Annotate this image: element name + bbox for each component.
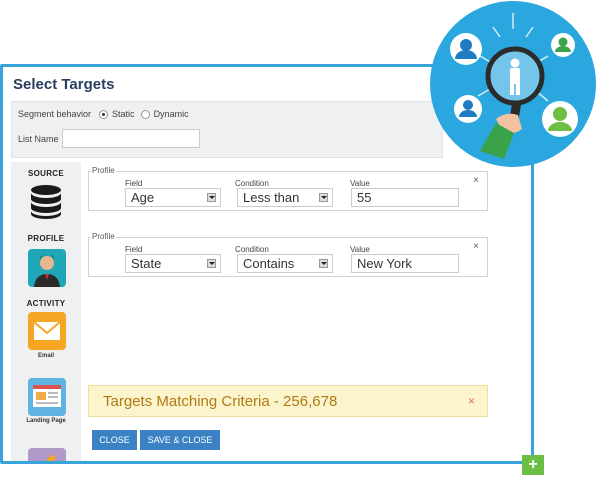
field-select-value: State: [131, 256, 162, 271]
remove-filter-icon[interactable]: ×: [473, 175, 479, 186]
field-select-value: Age: [131, 190, 155, 205]
static-radio[interactable]: [99, 109, 109, 119]
static-radio-label: Static: [112, 109, 135, 119]
chevron-down-icon: [207, 259, 216, 268]
page-title: Select Targets: [13, 76, 115, 93]
sidebar-item-email[interactable]: Email: [11, 353, 81, 360]
value-input[interactable]: 55: [351, 188, 459, 207]
value-input[interactable]: New York: [351, 254, 459, 273]
filter-legend: Profile: [91, 232, 116, 241]
value-label: Value: [350, 245, 370, 254]
audience-search-icon: [430, 1, 596, 167]
filter-row: Profile Field Condition Value Age Less t…: [88, 166, 488, 211]
sidebar-heading-source: SOURCE: [27, 169, 65, 178]
envelope-icon[interactable]: [28, 312, 66, 350]
targets-matching-banner: Targets Matching Criteria - 256,678 ×: [88, 385, 488, 417]
dynamic-radio-label: Dynamic: [153, 109, 189, 119]
landing-page-icon[interactable]: [28, 378, 66, 416]
filter-legend: Profile: [91, 166, 116, 175]
chevron-down-icon: [207, 193, 216, 202]
segment-behavior-label: Segment behavior: [18, 109, 92, 119]
condition-select-value: Contains: [243, 256, 295, 271]
save-close-button[interactable]: SAVE & CLOSE: [140, 430, 220, 450]
field-label: Field: [125, 179, 143, 188]
sidebar-heading-activity: ACTIVITY: [26, 299, 66, 308]
field-select[interactable]: Age: [125, 188, 221, 207]
field-select[interactable]: State: [125, 254, 221, 273]
chevron-down-icon: [319, 193, 328, 202]
field-label: Field: [125, 245, 143, 254]
list-name-label: List Name: [18, 134, 59, 144]
remove-filter-icon[interactable]: ×: [473, 241, 479, 252]
condition-label: Condition: [235, 179, 269, 188]
sidebar: SOURCE PROFILE ACTIVITY Email Landing Pa…: [11, 162, 81, 464]
close-icon[interactable]: ×: [468, 394, 475, 408]
person-icon[interactable]: [28, 249, 66, 287]
value-label: Value: [350, 179, 370, 188]
condition-select[interactable]: Less than: [237, 188, 333, 207]
edit-icon[interactable]: [28, 448, 66, 464]
condition-select-value: Less than: [243, 190, 300, 205]
sidebar-heading-profile: PROFILE: [27, 234, 65, 243]
segment-panel: Segment behavior Static Dynamic List Nam…: [11, 101, 443, 158]
filter-row: Profile Field Condition Value State Cont…: [88, 232, 488, 277]
segment-behavior-row: Segment behavior Static Dynamic: [18, 109, 189, 119]
condition-select[interactable]: Contains: [237, 254, 333, 273]
targets-matching-text: Targets Matching Criteria - 256,678: [103, 393, 338, 410]
database-icon[interactable]: [28, 184, 64, 220]
sidebar-item-landing-page[interactable]: Landing Page: [11, 418, 81, 425]
list-name-input[interactable]: [62, 129, 200, 148]
close-button[interactable]: CLOSE: [92, 430, 137, 450]
dynamic-radio[interactable]: [140, 109, 150, 119]
chevron-down-icon: [319, 259, 328, 268]
add-button[interactable]: +: [522, 455, 544, 475]
condition-label: Condition: [235, 245, 269, 254]
